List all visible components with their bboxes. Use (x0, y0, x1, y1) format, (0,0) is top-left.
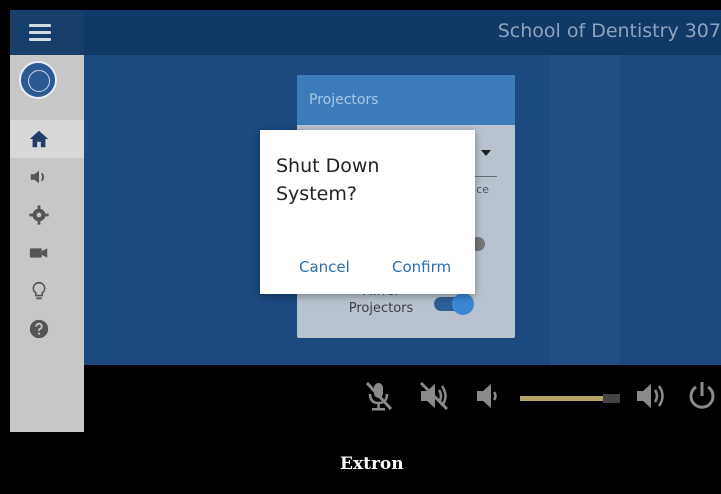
partial-label: ce (476, 183, 489, 196)
sidebar (10, 55, 84, 432)
camera-icon (29, 248, 48, 258)
shutdown-dialog: Shut Down System? Cancel Confirm (260, 130, 475, 294)
volume-down-icon[interactable] (474, 379, 502, 413)
lightbulb-icon (32, 281, 46, 300)
nav-settings[interactable] (10, 196, 84, 234)
touch-panel-screen: School of Dentistry 307 Projectors ce Mi… (10, 10, 721, 432)
help-icon (29, 319, 49, 339)
toggle-switch[interactable] (475, 237, 485, 251)
dropdown-caret-icon[interactable] (481, 150, 491, 156)
mirror-projectors-toggle[interactable] (434, 293, 474, 315)
control-bar (84, 365, 721, 432)
menu-button[interactable] (10, 10, 84, 55)
power-icon[interactable] (686, 379, 718, 413)
nav-lighting[interactable] (10, 272, 84, 310)
nav-audio[interactable] (10, 158, 84, 196)
nav-help[interactable] (10, 310, 84, 348)
home-icon (29, 130, 49, 148)
volume-up-icon[interactable] (634, 379, 670, 413)
hamburger-icon (29, 24, 51, 27)
footer: Extron (0, 432, 721, 494)
speaker-muted-icon[interactable] (417, 379, 451, 413)
header-bar: School of Dentistry 307 (10, 10, 721, 55)
room-title: School of Dentistry 307 (497, 20, 721, 42)
toggle-knob (452, 293, 474, 315)
school-logo (19, 61, 57, 99)
volume-slider-fill (520, 396, 603, 401)
confirm-button[interactable]: Confirm (392, 258, 451, 276)
extron-logo: Extron (340, 454, 404, 474)
dialog-title: Shut Down System? (276, 155, 380, 205)
volume-slider[interactable] (520, 394, 620, 403)
projectors-panel-title: Projectors (297, 75, 515, 125)
mic-muted-icon[interactable] (363, 379, 395, 413)
volume-slider-handle[interactable] (603, 394, 620, 403)
nav-video[interactable] (10, 234, 84, 272)
speaker-icon (30, 170, 45, 184)
cancel-button[interactable]: Cancel (299, 258, 350, 276)
gear-icon (29, 205, 49, 225)
nav-home[interactable] (10, 120, 84, 158)
